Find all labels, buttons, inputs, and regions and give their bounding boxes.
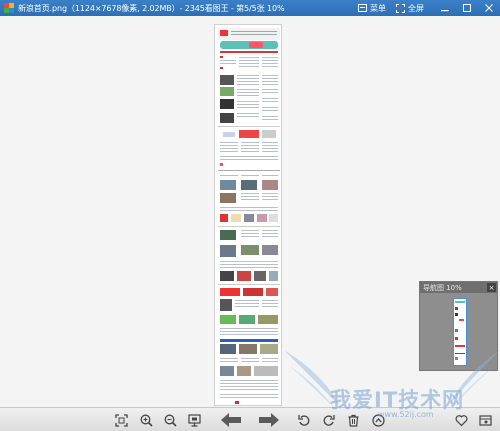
menu-icon (358, 4, 367, 12)
webpage-thumbnail-graphic (218, 28, 280, 404)
menu-label: 菜单 (370, 3, 386, 13)
rotate-right-button[interactable] (320, 412, 336, 428)
more-button[interactable] (477, 412, 493, 428)
slideshow-button[interactable] (370, 412, 386, 428)
navigator-thumbnail-graphic (455, 301, 465, 360)
zoom-in-icon (140, 414, 153, 427)
navigator-header: 导航图 10% × (420, 282, 497, 293)
actual-size-button[interactable] (186, 412, 202, 428)
title-bar: 新浪首页.png（1124×7678像素, 2.02MB）- 2345看图王 -… (0, 0, 500, 16)
favorite-button[interactable] (453, 412, 469, 428)
delete-button[interactable] (345, 412, 361, 428)
next-icon (259, 413, 279, 427)
minimize-icon (441, 10, 449, 12)
navigator-panel[interactable]: 导航图 10% × (419, 281, 498, 371)
next-image-button[interactable] (259, 412, 279, 428)
actual-size-icon (187, 413, 201, 427)
maximize-button[interactable] (456, 0, 478, 16)
zoom-out-icon (164, 414, 177, 427)
zoom-out-button[interactable] (162, 412, 178, 428)
fullscreen-button[interactable]: 全屏 (396, 3, 424, 14)
previous-icon (221, 413, 241, 427)
delete-icon (348, 414, 358, 427)
rotate-right-icon (323, 414, 335, 426)
bottom-toolbar (0, 407, 500, 431)
fullscreen-label: 全屏 (408, 3, 424, 13)
app-logo-icon (4, 3, 14, 13)
fit-screen-button[interactable] (113, 412, 129, 428)
navigator-close-button[interactable]: × (487, 283, 496, 292)
fit-screen-icon (114, 413, 128, 427)
close-button[interactable] (478, 0, 500, 16)
displayed-image[interactable] (214, 24, 282, 406)
favorite-icon (455, 414, 467, 426)
more-icon (478, 414, 492, 426)
rotate-left-button[interactable] (296, 412, 312, 428)
close-icon (485, 4, 493, 12)
maximize-icon (463, 4, 471, 12)
window-title: 新浪首页.png（1124×7678像素, 2.02MB）- 2345看图王 -… (18, 3, 285, 13)
rotate-left-icon (297, 414, 309, 426)
navigator-title: 导航图 10% (423, 283, 462, 292)
fullscreen-icon (396, 3, 405, 13)
navigator-thumbnail[interactable] (453, 298, 467, 366)
minimize-button[interactable] (434, 0, 456, 16)
zoom-in-button[interactable] (138, 412, 154, 428)
menu-button[interactable]: 菜单 (358, 3, 386, 14)
slideshow-icon (371, 413, 385, 427)
previous-image-button[interactable] (221, 412, 241, 428)
